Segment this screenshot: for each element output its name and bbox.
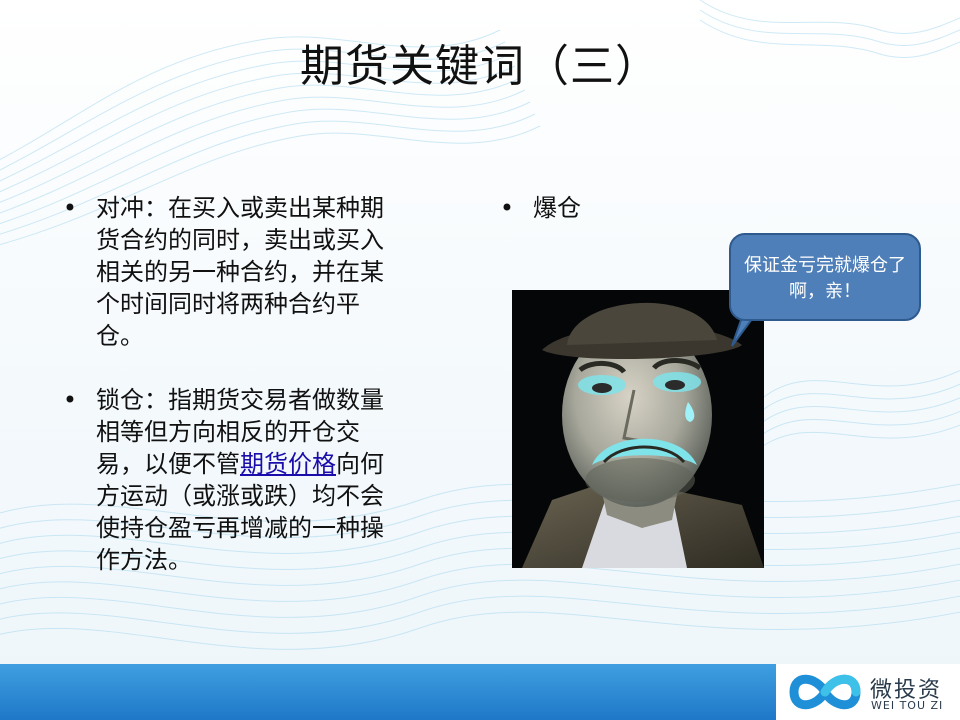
slide: 期货关键词（三） • 对冲：在买入或卖出某种期货合约的同时，卖出或买入相关的另一… xyxy=(0,0,960,720)
slide-title: 期货关键词（三） xyxy=(300,41,660,92)
bullet-hedging: • 对冲：在买入或卖出某种期货合约的同时，卖出或买入相关的另一种合约，并在某个时… xyxy=(60,192,396,352)
logo-english-text: WEI TOU ZI xyxy=(871,699,944,712)
bullet-lock-position: • 锁仓：指期货交易者做数量相等但方向相反的开仓交易，以便不管期货价格向何方运动… xyxy=(60,384,396,576)
futures-price-link[interactable]: 期货价格 xyxy=(240,450,336,478)
bullet-marker: • xyxy=(62,194,78,222)
bullet-liquidation: • 爆仓 xyxy=(497,192,697,224)
infinity-logo-icon xyxy=(789,674,861,710)
bullet-liquidation-text: 爆仓 xyxy=(533,194,581,222)
left-bullet-list: • 对冲：在买入或卖出某种期货合约的同时，卖出或买入相关的另一种合约，并在某个时… xyxy=(60,192,396,576)
bullet-marker: • xyxy=(62,386,78,414)
bullet-marker: • xyxy=(499,194,515,222)
bullet-hedging-text: 对冲：在买入或卖出某种期货合约的同时，卖出或买入相关的另一种合约，并在某个时间同… xyxy=(96,194,384,350)
speech-bubble: 保证金亏完就爆仓了啊，亲！ xyxy=(729,233,921,321)
right-bullet-list: • 爆仓 xyxy=(497,192,697,224)
